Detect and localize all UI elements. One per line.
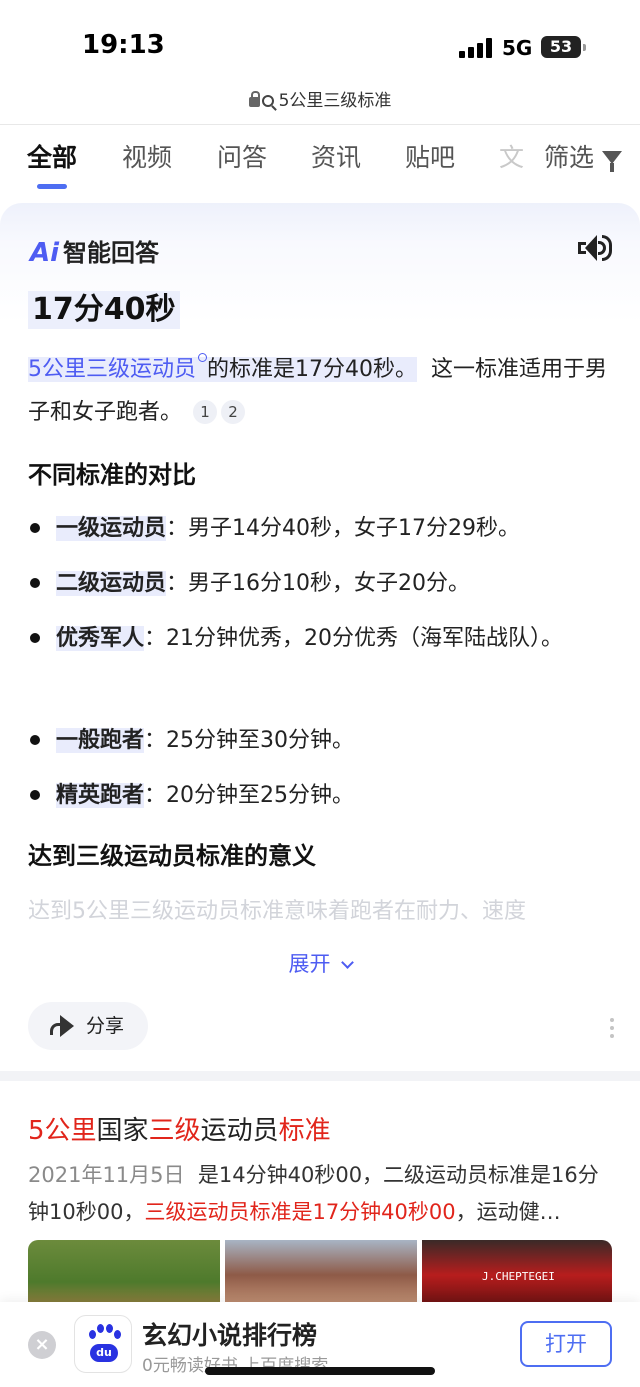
clock: 19:13 bbox=[82, 30, 165, 60]
home-indicator bbox=[205, 1367, 435, 1375]
divider bbox=[0, 124, 640, 125]
result-snippet: 2021年11月5日 是14分钟40秒00，二级运动员标准是16分钟10秒00，… bbox=[28, 1163, 599, 1224]
answer-intro: 5公里三级运动员 的标准是17分40秒。 这一标准适用于男子和女子跑者。 12 bbox=[28, 348, 612, 434]
result-image[interactable] bbox=[28, 1240, 220, 1310]
filter-label: 筛选 bbox=[543, 143, 594, 172]
more-options-icon[interactable] bbox=[610, 1018, 614, 1038]
ai-title: 智能回答 bbox=[63, 239, 160, 267]
list-item: 优秀军人：21分钟优秀，20分优秀（海军陆战队）。 bbox=[28, 617, 612, 660]
close-icon[interactable]: × bbox=[28, 1331, 56, 1359]
network-type: 5G bbox=[502, 36, 533, 60]
url-bar[interactable]: 5公里三级标准 bbox=[0, 86, 640, 111]
section-title: 达到三级运动员标准的意义 bbox=[28, 842, 316, 870]
ai-logo: Ai bbox=[30, 238, 60, 268]
open-app-button[interactable]: 打开 bbox=[520, 1321, 612, 1367]
faded-preview-text: 达到5公里三级运动员标准意味着跑者在耐力、速度 bbox=[28, 899, 526, 924]
search-tabs: 全部 视频 问答 资讯 贴吧 文 筛选 bbox=[0, 138, 640, 198]
intro-bold: 的标准是17分40秒。 bbox=[207, 357, 417, 382]
list-item: 一级运动员：男子14分40秒，女子17分29秒。 bbox=[28, 507, 612, 550]
intro-link[interactable]: 5公里三级运动员 bbox=[28, 353, 207, 382]
ai-header: Ai 智能回答 bbox=[30, 233, 159, 268]
list-item: 二级运动员：男子16分10秒，女子20分。 bbox=[28, 562, 612, 605]
result-image[interactable] bbox=[225, 1240, 417, 1310]
tab-tieba[interactable]: 贴吧 bbox=[405, 138, 455, 174]
ai-answer-card: Ai 智能回答 17分40秒 5公里三级运动员 的标准是17分40秒。 这一标准适用… bbox=[0, 203, 640, 1071]
share-icon bbox=[48, 1015, 76, 1037]
search-icon bbox=[261, 95, 274, 107]
filter-button[interactable]: 筛选 bbox=[533, 138, 622, 174]
tab-video[interactable]: 视频 bbox=[122, 138, 172, 174]
tab-qa[interactable]: 问答 bbox=[217, 138, 267, 174]
tab-active-indicator bbox=[37, 184, 67, 189]
list-item: 一般跑者：25分钟至30分钟。 bbox=[28, 719, 612, 762]
speaker-icon[interactable] bbox=[578, 233, 612, 263]
url-query: 5公里三级标准 bbox=[278, 91, 392, 111]
tab-all[interactable]: 全部 bbox=[27, 138, 77, 174]
answer-headline: 17分40秒 bbox=[28, 291, 180, 329]
lock-icon bbox=[248, 91, 260, 107]
citation-badge[interactable]: 2 bbox=[221, 400, 246, 424]
expand-button[interactable]: 展开 bbox=[0, 948, 640, 978]
share-button[interactable]: 分享 bbox=[28, 1002, 148, 1050]
result-date: 2021年11月5日 bbox=[28, 1163, 185, 1187]
search-icon bbox=[198, 353, 207, 362]
section-title: 不同标准的对比 bbox=[28, 461, 196, 489]
result-title[interactable]: 5公里国家三级运动员标准 bbox=[28, 1110, 331, 1147]
citation-badge[interactable]: 1 bbox=[193, 400, 218, 424]
banner-title: 玄幻小说排行榜 bbox=[142, 1321, 318, 1350]
section-separator bbox=[0, 1071, 640, 1081]
signal-icon bbox=[459, 38, 493, 58]
list-item: 精英跑者：20分钟至25分钟。 bbox=[28, 774, 612, 817]
result-image[interactable]: J.CHEPTEGEI bbox=[422, 1240, 612, 1310]
result-images: J.CHEPTEGEI bbox=[28, 1240, 612, 1310]
battery-icon: 53 bbox=[541, 36, 586, 58]
funnel-icon bbox=[602, 151, 622, 172]
tab-news[interactable]: 资讯 bbox=[311, 138, 361, 174]
chevron-down-icon bbox=[340, 956, 354, 969]
tab-wen[interactable]: 文 bbox=[499, 138, 524, 174]
status-bar: 19:13 5G 53 bbox=[0, 0, 640, 84]
baidu-app-icon: du bbox=[74, 1315, 132, 1373]
